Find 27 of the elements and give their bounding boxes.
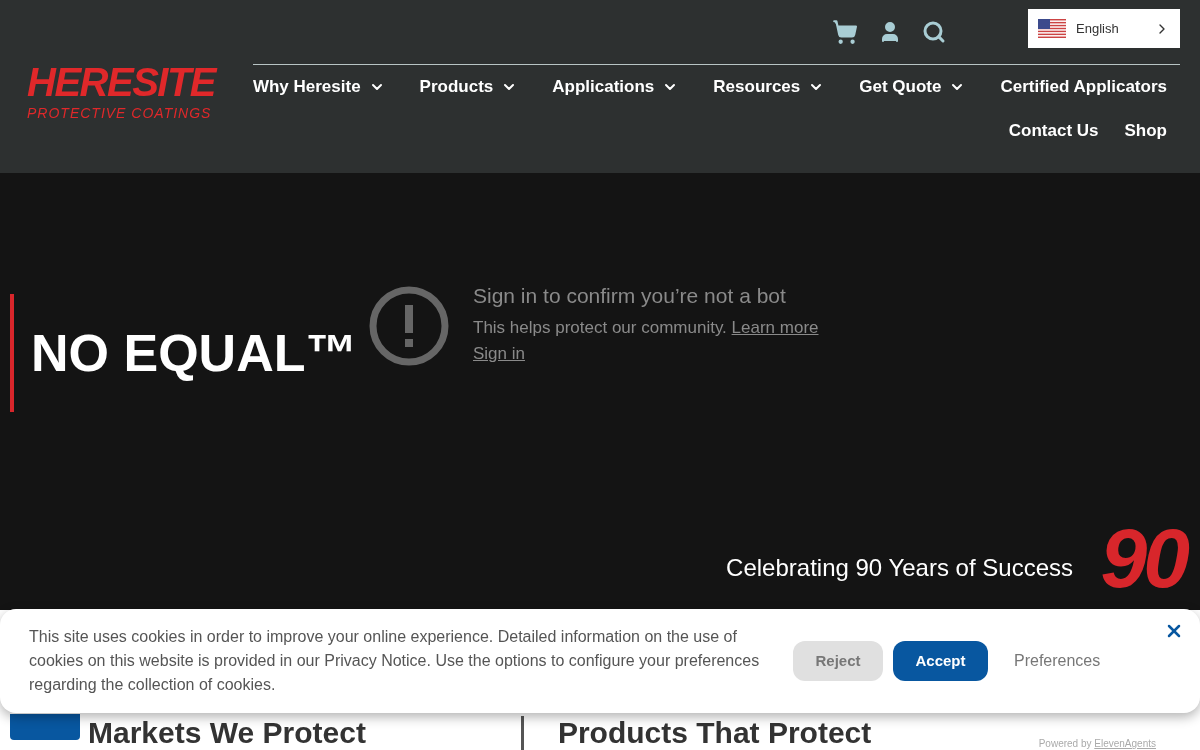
preferences-link[interactable]: Preferences: [998, 641, 1117, 681]
powered-by-text: Powered by ElevenAgents: [1038, 737, 1156, 750]
accept-button[interactable]: Accept: [893, 641, 988, 681]
logo-tagline: PROTECTIVE COATINGS: [27, 103, 213, 122]
section-heading: Markets We Protect: [88, 715, 366, 750]
cookie-text: This site uses cookies in order to improve your online experience. Detailed information on the use of cookies on this website is provided in our Privacy Notice. Use the options to configure your preferences regarding the collection of cookies.: [29, 627, 761, 695]
nav-link[interactable]: Shop: [1124, 118, 1167, 144]
hero-title: NO EQUAL™: [31, 323, 358, 383]
notice-text: This helps protect our community. Learn more: [473, 317, 819, 339]
cart-icon[interactable]: [832, 19, 858, 45]
nav-link[interactable]: Certified Applicators: [1000, 74, 1167, 100]
anniversary-text: Celebrating 90 Years of Success: [726, 553, 1073, 583]
nav-link[interactable]: Get Quote: [859, 74, 966, 100]
learn-more-link[interactable]: Learn more: [731, 318, 819, 337]
nav-link[interactable]: Applications: [552, 74, 679, 100]
anniversary-number: 90: [1100, 516, 1186, 600]
nav-link[interactable]: Resources: [713, 74, 825, 100]
nav-link[interactable]: Why Heresite: [252, 74, 385, 100]
warning-icon: [368, 285, 450, 367]
language-selector[interactable]: English: [1028, 9, 1180, 48]
search-icon[interactable]: [922, 20, 946, 44]
notice-title: Sign in to confirm you’re not a bot: [473, 283, 787, 309]
nav-link[interactable]: Contact Us: [1008, 118, 1099, 144]
section-heading: Products That Protect: [557, 715, 872, 750]
flag-icon: [1038, 19, 1066, 38]
nav-link[interactable]: Products: [419, 74, 518, 100]
sign-in-link[interactable]: Sign in: [473, 341, 525, 367]
